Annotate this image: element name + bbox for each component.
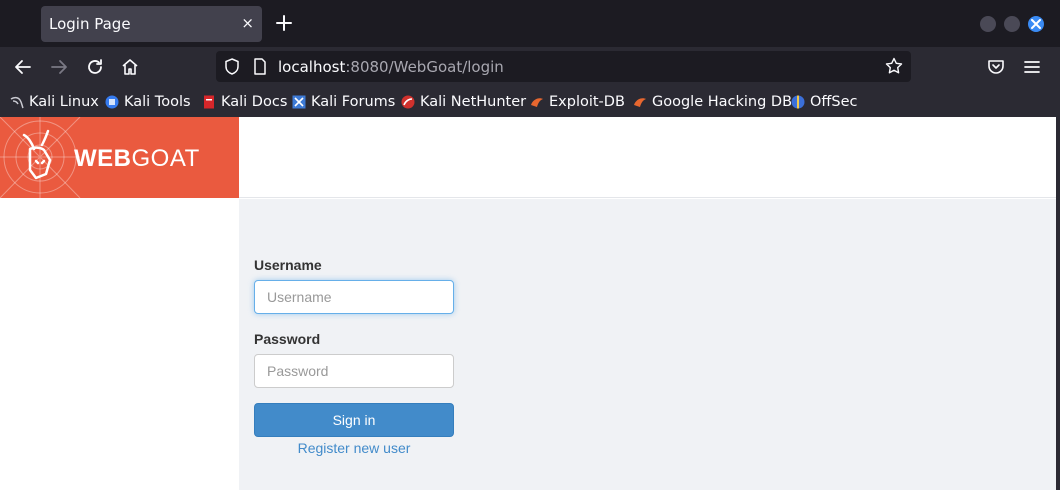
sign-in-button[interactable]: Sign in (254, 403, 454, 437)
tab-login-page[interactable]: Login Page × (41, 6, 262, 42)
kali-dragon-icon (10, 96, 24, 109)
navigation-bar: localhost:8080/WebGoat/login (0, 47, 1060, 86)
bookmark-exploit-db[interactable]: Exploit-DB (530, 92, 625, 112)
tab-strip: Login Page × (0, 0, 1060, 47)
password-input[interactable] (254, 354, 454, 388)
logo-regular-text: GOAT (131, 145, 200, 172)
bookmarks-bar: Kali Linux Kali Tools Kali Docs Kali For… (0, 86, 1060, 117)
bookmark-label: Google Hacking DB (652, 94, 793, 110)
bookmark-kali-tools[interactable]: Kali Tools (105, 92, 191, 112)
web-page: WEBGOAT Username Password Sign in Regist… (0, 117, 1056, 490)
close-window-button[interactable] (1028, 16, 1044, 32)
webgoat-logo[interactable]: WEBGOAT (0, 117, 239, 198)
url-bar[interactable]: localhost:8080/WebGoat/login (216, 51, 911, 82)
home-icon[interactable] (120, 57, 140, 77)
bookmark-label: Kali NetHunter (420, 94, 527, 110)
exploit-db-icon (531, 98, 543, 107)
bookmark-label: OffSec (810, 94, 858, 110)
bookmark-offsec[interactable]: OffSec (791, 92, 858, 112)
tab-title: Login Page (49, 15, 131, 33)
offsec-icon (791, 95, 805, 109)
bookmark-label: Kali Tools (124, 94, 191, 110)
forward-icon[interactable] (49, 57, 69, 77)
kali-forums-icon (292, 95, 306, 109)
shield-icon[interactable] (224, 58, 240, 75)
bookmark-label: Kali Linux (29, 94, 99, 110)
back-icon[interactable] (13, 57, 33, 77)
username-input[interactable] (254, 280, 454, 314)
url-path: :8080/WebGoat/login (345, 58, 504, 76)
logo-bold-text: WEB (74, 145, 132, 172)
bookmark-kali-linux[interactable]: Kali Linux (10, 92, 99, 112)
reload-icon[interactable] (85, 57, 105, 77)
bookmark-kali-forums[interactable]: Kali Forums (292, 92, 395, 112)
scrollbar[interactable] (1056, 117, 1060, 490)
login-panel: Username Password Sign in Register new u… (239, 199, 1056, 490)
ghdb-icon (634, 98, 646, 107)
page-icon[interactable] (253, 58, 267, 75)
bookmark-kali-docs[interactable]: Kali Docs (202, 92, 287, 112)
maximize-button[interactable] (1004, 16, 1020, 32)
close-icon (1031, 19, 1041, 29)
page-header (239, 117, 1056, 198)
url-text[interactable]: localhost:8080/WebGoat/login (278, 58, 504, 76)
kali-tools-icon (105, 95, 119, 109)
url-host: localhost (278, 58, 346, 76)
pocket-icon[interactable] (986, 57, 1006, 77)
bookmark-google-hacking-db[interactable]: Google Hacking DB (633, 92, 792, 112)
minimize-button[interactable] (980, 16, 996, 32)
bookmark-label: Kali Docs (221, 94, 288, 110)
bookmark-star-icon[interactable] (885, 57, 903, 75)
new-tab-icon[interactable] (275, 14, 293, 32)
menu-icon[interactable] (1022, 57, 1042, 77)
tab-close-icon[interactable]: × (241, 14, 254, 32)
bookmark-label: Exploit-DB (549, 94, 625, 110)
nethunter-icon (401, 95, 415, 109)
logo-text: WEBGOAT (74, 145, 200, 173)
password-label: Password (254, 331, 321, 347)
kali-docs-icon (204, 95, 214, 109)
bookmark-kali-nethunter[interactable]: Kali NetHunter (401, 92, 526, 112)
browser-window: Login Page × localhost:8080/WebGoat/logi… (0, 0, 1060, 490)
bookmark-label: Kali Forums (311, 94, 396, 110)
username-label: Username (254, 257, 322, 273)
register-new-user-link[interactable]: Register new user (254, 440, 454, 456)
